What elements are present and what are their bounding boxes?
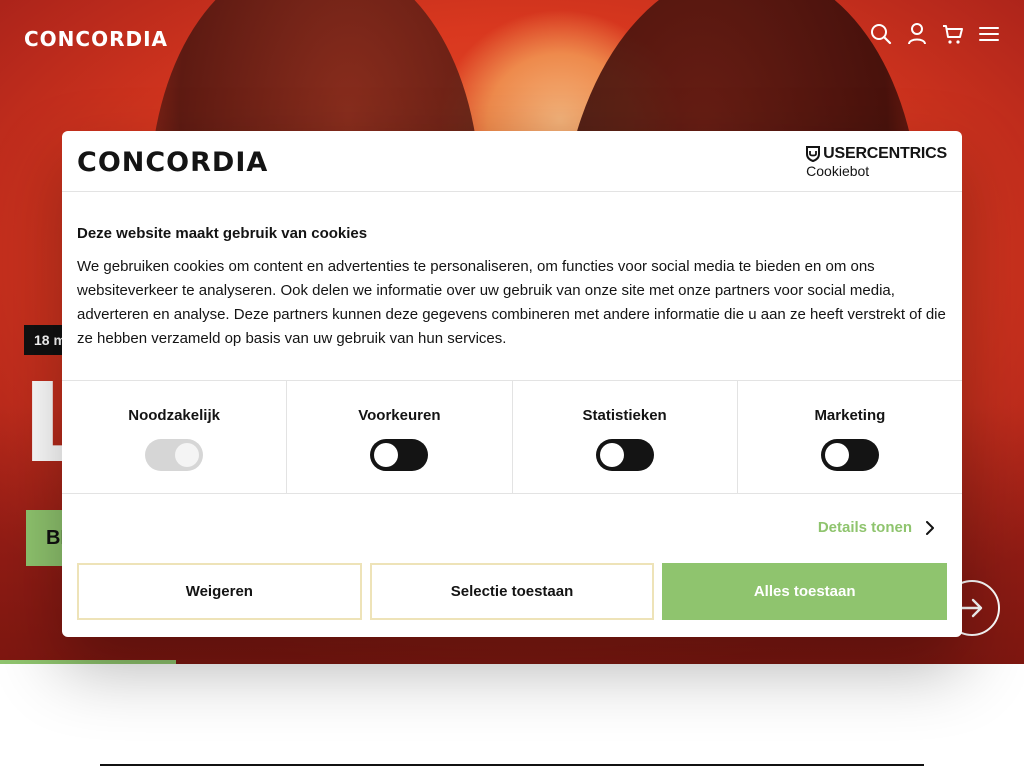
dialog-logo: CONCORDIA [77, 147, 269, 178]
arrow-right-icon [960, 598, 983, 618]
necessary-toggle [145, 439, 204, 471]
site-logo[interactable]: CONCORDIA [24, 27, 168, 51]
category-marketing: Marketing [738, 381, 962, 493]
account-icon[interactable] [906, 22, 928, 46]
hero-slide-progress [0, 660, 176, 664]
usercentrics-brand[interactable]: USERCENTRICS Cookiebot [806, 145, 947, 179]
category-preferences: Voorkeuren [287, 381, 513, 493]
category-label: Noodzakelijk [128, 407, 220, 424]
dialog-body: Deze website maakt gebruik van cookies W… [62, 192, 962, 351]
marketing-toggle[interactable] [820, 439, 879, 471]
usercentrics-label: USERCENTRICS [823, 145, 947, 162]
cookiebot-label: Cookiebot [806, 163, 870, 179]
cookie-consent-dialog: CONCORDIA USERCENTRICS Cookiebot Deze we… [62, 131, 962, 637]
consent-categories: Noodzakelijk Voorkeuren Statistieken Mar… [62, 380, 962, 494]
decline-button[interactable]: Weigeren [77, 563, 362, 620]
details-label: Details tonen [817, 519, 912, 536]
category-label: Statistieken [582, 407, 667, 424]
category-statistics: Statistieken [513, 381, 738, 493]
allow-all-button[interactable]: Alles toestaan [662, 563, 948, 620]
category-label: Voorkeuren [358, 407, 441, 424]
statistics-toggle[interactable] [595, 439, 654, 471]
dialog-description: We gebruiken cookies om content en adver… [77, 258, 946, 347]
dialog-actions: Weigeren Selectie toestaan Alles toestaa… [77, 563, 948, 620]
category-necessary: Noodzakelijk [62, 381, 288, 493]
header-actions [870, 22, 1000, 46]
category-label: Marketing [814, 407, 886, 424]
dialog-title: Deze website maakt gebruik van cookies [77, 225, 368, 242]
cart-icon[interactable] [942, 22, 964, 46]
shield-icon [806, 146, 821, 162]
dialog-header: CONCORDIA USERCENTRICS Cookiebot [62, 131, 962, 192]
menu-icon[interactable] [978, 22, 1000, 46]
preferences-toggle[interactable] [370, 439, 429, 471]
allow-selection-button[interactable]: Selectie toestaan [369, 563, 655, 620]
details-toggle-link[interactable]: Details tonen [818, 519, 934, 536]
content-divider [100, 764, 924, 766]
chevron-right-icon [926, 520, 934, 535]
search-icon[interactable] [870, 22, 892, 46]
